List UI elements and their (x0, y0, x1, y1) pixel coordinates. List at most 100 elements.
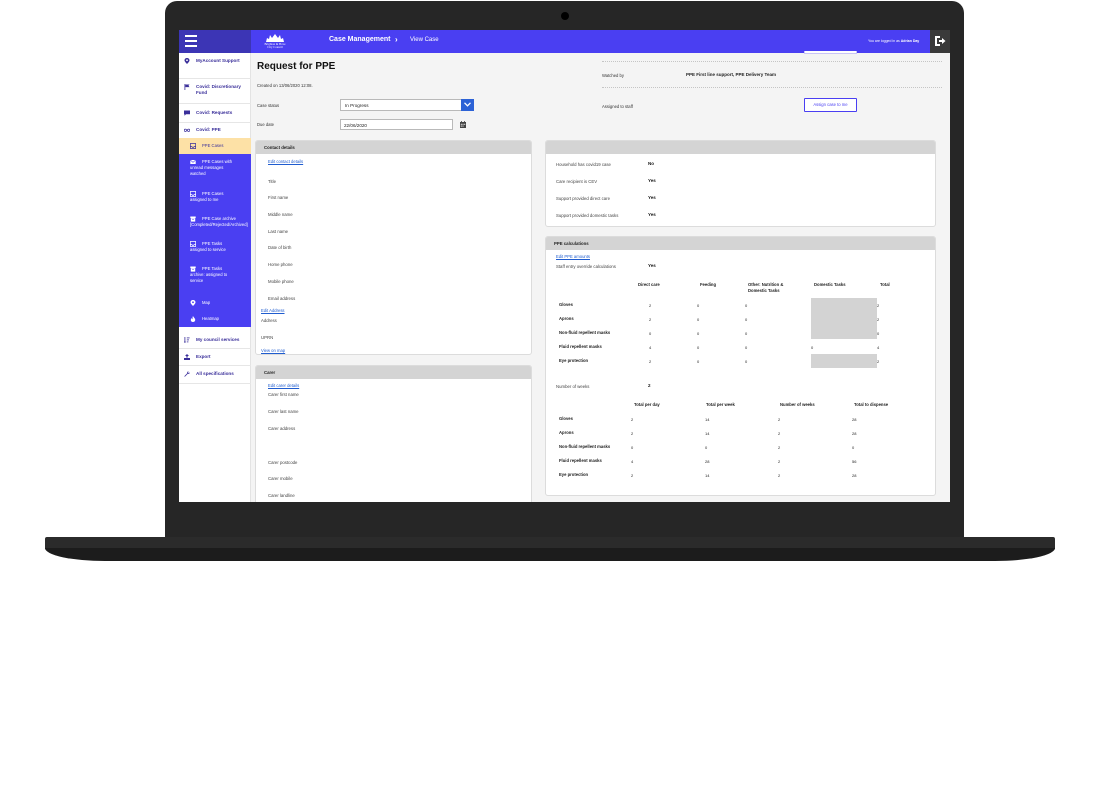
sidebar-item-all-specifications[interactable]: All specifications (179, 366, 251, 384)
divider (602, 87, 942, 88)
due-date-input[interactable]: 22/06/2020 (340, 119, 453, 130)
household-covid-label: Household has covid19 case (556, 162, 611, 167)
t2-cell: 0 (705, 445, 708, 450)
divider (602, 61, 942, 62)
t1-row-eye-protection: Eye protection (559, 358, 589, 363)
sidebar-item-discretionary-fund[interactable]: Covid: Discretionary Fund (179, 79, 251, 104)
logged-in-prefix: You are logged in as (868, 39, 900, 43)
assigned-to-staff-label: Assigned to staff (602, 104, 633, 109)
care-recipient-cev-value: Yes (648, 178, 656, 183)
watched-by-value: PPE First line support, PPE Delivery Tea… (686, 72, 776, 77)
sidebar-subitem-ppe-tasks[interactable]: PPE Tasks assigned to service (179, 235, 251, 260)
edit-contact-details-link[interactable]: Edit contact details (268, 159, 303, 164)
edit-carer-details-link[interactable]: Edit carer details (268, 383, 299, 388)
sidebar-subitem-label-line-2: assigned to service (190, 247, 226, 252)
t2-cell: 14 (705, 473, 710, 478)
col-total-to-dispense: Total to dispense (854, 402, 889, 407)
sidebar-subitem-ppe-case-archive[interactable]: PPE Case archive [Completed/Rejected/Arc… (179, 210, 251, 235)
sidebar-item-label: MyAccount Support (196, 58, 240, 63)
sort-icon (184, 337, 190, 343)
top-bar: Brighton & Hove City Council Case Manage… (179, 30, 950, 53)
t1-cell: 0 (697, 317, 700, 322)
flag-icon (184, 84, 190, 90)
sidebar-subitem-label: Heatmap (202, 316, 219, 321)
field-address: Address (261, 318, 277, 323)
edit-ppe-amounts-link[interactable]: Edit PPE amounts (556, 254, 590, 259)
sidebar-subitem-ppe-cases-unread[interactable]: PPE Cases with unread messages watched (179, 154, 251, 185)
field-carer-landline: Carer landline (268, 493, 295, 498)
sidebar-item-label: My council services (196, 337, 240, 342)
view-on-map-link[interactable]: View on map (261, 348, 285, 353)
chevron-down-icon[interactable] (461, 99, 474, 111)
case-status-select[interactable]: In Progress (340, 99, 474, 111)
sidebar-item-my-council-services[interactable]: My council services (179, 332, 251, 349)
council-logo[interactable]: Brighton & Hove City Council (260, 33, 290, 50)
col-number-of-weeks: Number of weeks (780, 402, 815, 407)
sidebar-subitem-ppe-tasks-archive[interactable]: PPE Tasks archive: assigned to service (179, 260, 251, 295)
household-card: Household has covid19 case No Care recip… (545, 140, 936, 227)
carer-header: Carer (256, 366, 531, 379)
t2-cell: 2 (631, 431, 634, 436)
watched-by-label: Watched by (602, 73, 624, 78)
edit-address-link[interactable]: Edit Address (261, 308, 285, 313)
sidebar-subitem-map[interactable]: Map (179, 295, 251, 311)
t1-cell: 0 (745, 331, 748, 336)
calendar-icon[interactable] (460, 121, 466, 128)
logo-line-2: City Council (267, 45, 283, 49)
logout-button[interactable] (930, 30, 950, 53)
field-middle-name: Middle name (268, 212, 293, 217)
sidebar: MyAccount Support Covid: Discretionary F… (179, 53, 251, 502)
t2-cell: 0 (852, 445, 855, 450)
t1-cell: 2 (877, 303, 880, 308)
case-status-label: Case status (257, 103, 280, 108)
sidebar-subitem-label: Map (202, 300, 211, 305)
col-total-per-week: Total per week (706, 402, 735, 407)
sidebar-item-label: Export (196, 354, 211, 359)
sidebar-subitem-ppe-cases[interactable]: PPE Cases (179, 138, 251, 154)
sidebar-item-covid-ppe[interactable]: Covid: PPE (179, 123, 251, 138)
t1-cell: 0 (811, 345, 814, 350)
t2-cell: 28 (852, 473, 857, 478)
logout-icon (935, 36, 946, 46)
sidebar-item-export[interactable]: Export (179, 349, 251, 366)
sidebar-item-label: All specifications (196, 371, 234, 376)
override-value: Yes (648, 263, 656, 268)
assign-case-button[interactable]: Assign case to me (804, 98, 857, 112)
case-status-value: In Progress (345, 103, 369, 108)
sidebar-subitem-ppe-cases-assigned[interactable]: PPE Cases assigned to me (179, 185, 251, 210)
t2-cell: 2 (778, 459, 781, 464)
t1-cell: 0 (745, 317, 748, 322)
field-carer-first-name: Carer first name (268, 392, 299, 397)
t2-cell: 2 (778, 445, 781, 450)
ppe-calculations-card: PPE calculations Edit PPE amounts Staff … (545, 236, 936, 496)
t1-cell: 2 (649, 359, 652, 364)
carer-card: Carer Edit carer details Carer first nam… (255, 365, 532, 502)
t2-cell: 2 (778, 431, 781, 436)
t1-cell: 4 (649, 345, 652, 350)
location-pin-icon (184, 58, 190, 64)
menu-button[interactable] (179, 30, 251, 53)
col-total-per-day: Total per day (634, 402, 660, 407)
sidebar-subitem-heatmap[interactable]: Heatmap (179, 311, 251, 327)
sidebar-item-covid-requests[interactable]: Covid: Requests (179, 104, 251, 123)
domestic-tasks-label: Support provided domestic tasks (556, 213, 619, 218)
field-email-address: Email address (268, 296, 296, 301)
t1-cell: 0 (649, 331, 652, 336)
field-first-name: First name (268, 195, 289, 200)
t1-row-gloves: Gloves (559, 302, 573, 307)
domestic-tasks-value: Yes (648, 212, 656, 217)
field-carer-address: Carer address (268, 426, 296, 431)
breadcrumb-case-management[interactable]: Case Management (329, 36, 390, 43)
page-title: Request for PPE (257, 61, 336, 72)
col-feeding: Feeding (700, 282, 717, 287)
inbox-icon (190, 143, 196, 149)
t2-row-eye-protection: Eye protection (559, 472, 589, 477)
field-title: Title (268, 179, 276, 184)
direct-care-value: Yes (648, 195, 656, 200)
t2-cell: 2 (631, 417, 634, 422)
number-of-weeks-value: 2 (648, 383, 651, 388)
sidebar-item-myaccount-support[interactable]: MyAccount Support (179, 53, 251, 79)
sidebar-item-label: Covid: Requests (196, 110, 233, 115)
disabled-cells (811, 298, 877, 339)
t2-row-non-fluid-masks: Non-fluid repellent masks (559, 444, 611, 449)
